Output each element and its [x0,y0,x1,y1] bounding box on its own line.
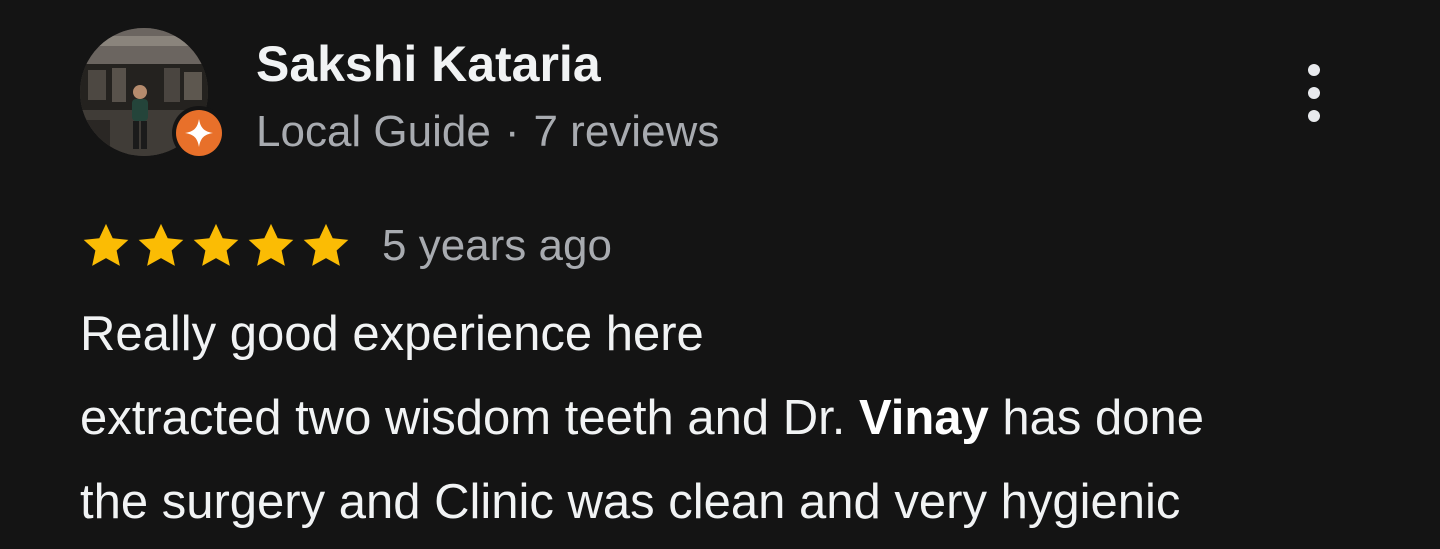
highlighted-name: Vinay [858,391,989,445]
review-line: extracted two wisdom teeth and Dr. Vinay… [80,391,1205,445]
star-icon [303,223,349,266]
review-time: 5 years ago [382,221,612,270]
local-guide-star-icon [185,119,213,147]
reviewer-name[interactable]: Sakshi Kataria [256,32,601,96]
star-icon [138,223,184,266]
more-options-button[interactable] [1290,56,1338,130]
review-line: Really good experience here [80,307,704,361]
more-vertical-icon [1308,64,1320,76]
local-guide-label: Local Guide [256,107,491,156]
local-guide-badge [172,106,226,160]
star-rating [80,220,352,272]
review-text: Really good experience here extracted tw… [80,292,1410,544]
review-line: the surgery and Clinic was clean and ver… [80,475,1181,529]
rating-row: 5 years ago [80,220,612,272]
review-card: Sakshi Kataria Local Guide · 7 reviews 5 y… [0,0,1440,549]
star-icon [83,223,129,266]
star-icon [193,223,239,266]
review-count: 7 reviews [533,107,720,156]
meta-separator: · [504,107,520,156]
reviewer-meta[interactable]: Local Guide · 7 reviews [256,102,719,162]
star-icon [248,223,294,266]
